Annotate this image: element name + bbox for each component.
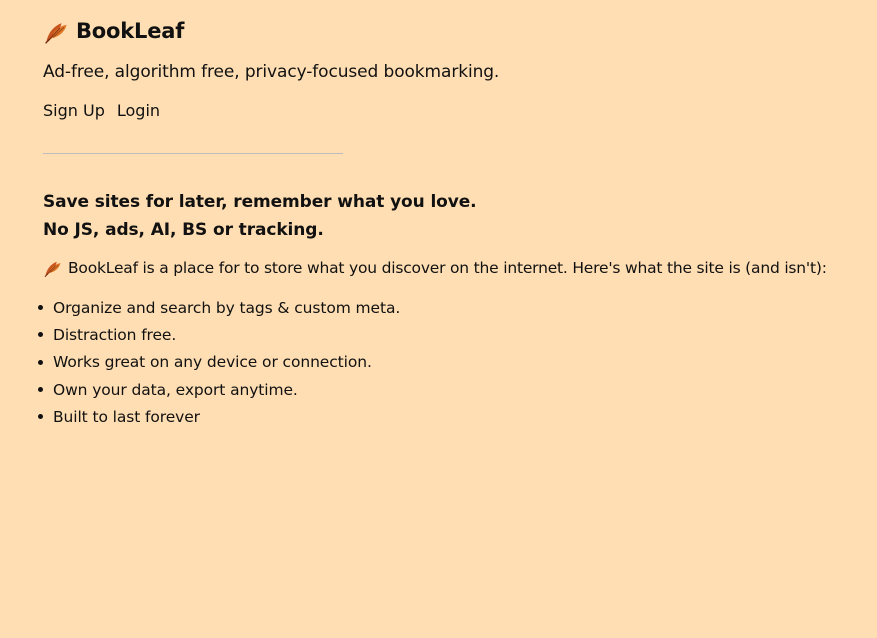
list-item: Works great on any device or connection.: [38, 349, 400, 376]
bullet-icon: [38, 359, 43, 365]
intro-paragraph: BookLeaf is a place for to store what yo…: [43, 257, 827, 279]
list-item: Own your data, export anytime.: [38, 376, 400, 403]
auth-nav: Sign Up Login: [43, 101, 160, 120]
bullet-icon: [38, 414, 43, 420]
list-item-text: Built to last forever: [53, 407, 200, 426]
bullet-icon: [38, 387, 43, 393]
list-item-text: Organize and search by tags & custom met…: [53, 298, 401, 317]
list-item-text: Own your data, export anytime.: [53, 380, 298, 399]
bullet-icon: [38, 305, 43, 311]
feature-list: Organize and search by tags & custom met…: [38, 294, 400, 430]
headline-line-2: No JS, ads, AI, BS or tracking.: [43, 220, 324, 240]
login-link[interactable]: Login: [117, 101, 160, 120]
list-item-text: Works great on any device or connection.: [53, 353, 372, 372]
headline: Save sites for later, remember what you …: [43, 188, 477, 244]
divider: [43, 153, 343, 154]
tagline: Ad-free, algorithm free, privacy-focused…: [43, 62, 500, 82]
fallen-leaf-icon: [45, 22, 67, 44]
sign-up-link[interactable]: Sign Up: [43, 101, 105, 120]
list-item-text: Distraction free.: [53, 325, 177, 344]
fallen-leaf-icon: [44, 261, 61, 278]
list-item: Organize and search by tags & custom met…: [38, 294, 400, 321]
brand-name: BookLeaf: [76, 19, 185, 43]
site-header: BookLeaf: [43, 16, 184, 46]
bullet-icon: [38, 332, 43, 338]
list-item: Distraction free.: [38, 321, 400, 348]
list-item: Built to last forever: [38, 403, 400, 430]
headline-line-1: Save sites for later, remember what you …: [43, 192, 477, 212]
intro-text: BookLeaf is a place for to store what yo…: [68, 259, 827, 277]
